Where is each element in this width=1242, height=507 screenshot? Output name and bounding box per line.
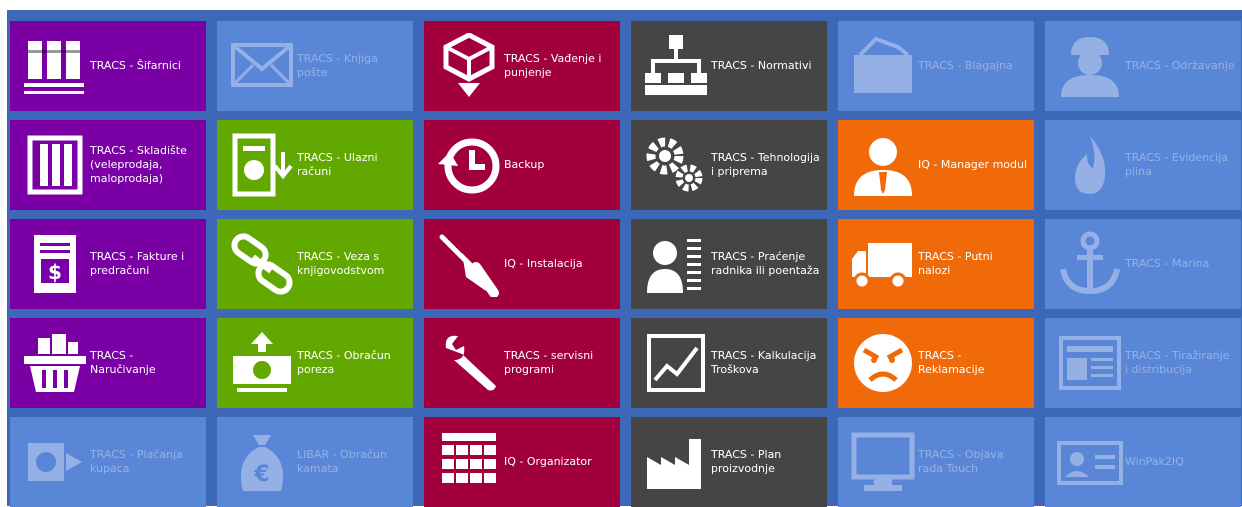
tile-label: TRACS - Šifarnici [90,59,181,72]
tile-iq-instalacija[interactable]: IQ - Instalacija [424,219,620,309]
tile-label: TRACS - Knjiga pošte [297,52,378,79]
gas-flame-icon [1057,132,1123,198]
tile-label: TRACS - Veza s knjigovodstvom [297,250,385,277]
calendar-grid-icon [436,429,502,495]
tile-tracs-reklamacije[interactable]: TRACS - Reklamacije [838,318,1034,408]
svg-text:$: $ [48,260,62,284]
tile-tracs-marina: TRACS - Marina [1045,219,1241,309]
tile-label: TRACS - Marina [1125,257,1210,270]
tile-label: TRACS - Plan proizvodnje [711,448,782,475]
tile-tracs-veza-s-knjigovodstvom[interactable]: TRACS - Veza s knjigovodstvom [217,219,413,309]
module-launcher-grid: TRACS - Šifarnici TRACS - Skladište (vele… [7,10,1242,507]
screwdriver-icon [436,231,502,297]
history-icon [436,132,502,198]
gears-icon [643,132,709,198]
tile-tracs-putni-nalozi[interactable]: TRACS - Putni nalozi [838,219,1034,309]
tile-label: IQ - Manager modul [918,158,1028,171]
tile-tracs-narucivanje[interactable]: TRACS - Naručivanje [10,318,206,408]
tile-tracs-normativi[interactable]: TRACS - Normativi [631,21,827,111]
tile-tracs-knjiga-poste: TRACS - Knjiga pošte [217,21,413,111]
tile-label: TRACS - Održavanje [1125,59,1235,72]
tile-iq-manager-modul[interactable]: IQ - Manager modul [838,120,1034,210]
hierarchy-icon [643,33,709,99]
tile-tracs-objava-rada-touch: TRACS - Objava rada Touch [838,417,1034,507]
factory-icon [643,429,709,495]
tile-tracs-evidencija-plina: TRACS - Evidencija plina [1045,120,1241,210]
tile-label: TRACS - Vađenje i punjenje [504,52,602,79]
tile-libar-obracun-kamata: € LIBAR - Obračun kamata [217,417,413,507]
tile-tracs-pracenje-radnika-ili-poentaza[interactable]: TRACS - Praćenje radnika ili poentaža [631,219,827,309]
tile-tracs-fakture-i-predracuni[interactable]: $ TRACS - Fakture i predračuni [10,219,206,309]
tile-label: Backup [504,158,545,171]
books-icon [22,33,88,99]
invoice-icon: $ [22,231,88,297]
tile-label: TRACS - Plaćanja kupaca [90,448,183,475]
tile-tracs-ulazni-racuni[interactable]: TRACS - Ulazni računi [217,120,413,210]
envelope-icon [229,33,295,99]
chain-link-icon [229,231,295,297]
money-upload-icon [229,330,295,396]
tile-tracs-kalkulacija-troskova[interactable]: TRACS - Kalkulacija Troškova [631,318,827,408]
anchor-icon [1057,231,1123,297]
tile-tracs-sifarnici[interactable]: TRACS - Šifarnici [10,21,206,111]
line-chart-icon [643,330,709,396]
maintenance-worker-icon [1057,33,1123,99]
tile-tracs-odrzavanje: TRACS - Održavanje [1045,21,1241,111]
tile-label: TRACS - Reklamacije [918,349,985,376]
tile-iq-organizator[interactable]: IQ - Organizator [424,417,620,507]
tile-label: TRACS - Objava rada Touch [918,448,1004,475]
tile-label: TRACS - Tehnologija i priprema [711,151,820,178]
wrench-icon [436,330,502,396]
tile-tracs-tehnologija-i-priprema[interactable]: TRACS - Tehnologija i priprema [631,120,827,210]
tile-label: TRACS - Tiražiranje i distribucija [1125,349,1230,376]
euro-bag-icon: € [229,429,295,495]
svg-text:€: € [253,462,269,487]
tile-label: TRACS - Fakture i predračuni [90,250,185,277]
tile-backup[interactable]: Backup [424,120,620,210]
tile-tracs-plan-proizvodnje[interactable]: TRACS - Plan proizvodnje [631,417,827,507]
tile-tracs-vadenje-i-punjenje[interactable]: TRACS - Vađenje i punjenje [424,21,620,111]
tile-label: TRACS - servisni programi [504,349,594,376]
truck-icon [850,231,916,297]
tile-label: TRACS - Skladište (veleprodaja, maloprod… [90,144,187,185]
tile-label: TRACS - Naručivanje [90,349,156,376]
warehouse-crate-icon [22,132,88,198]
tile-tracs-obracun-poreza[interactable]: TRACS - Obračun poreza [217,318,413,408]
tile-label: TRACS - Obračun poreza [297,349,391,376]
worker-list-icon [643,231,709,297]
payment-icon [22,429,88,495]
touch-screen-icon [850,429,916,495]
tile-label: TRACS - Ulazni računi [297,151,378,178]
tile-label: TRACS - Evidencija plina [1125,151,1229,178]
tile-label: TRACS - Putni nalozi [918,250,993,277]
newspaper-icon [1057,330,1123,396]
tile-label: TRACS - Praćenje radnika ili poentaža [711,250,820,277]
tile-label: LIBAR - Obračun kamata [297,448,387,475]
tile-tracs-skladiste-veleprodaja-maloprodaja[interactable]: TRACS - Skladište (veleprodaja, maloprod… [10,120,206,210]
tile-label: IQ - Organizator [504,455,592,468]
tile-tracs-servisni-programi[interactable]: TRACS - servisni programi [424,318,620,408]
cash-register-icon [850,33,916,99]
tile-tracs-blagajna: TRACS - Blagajna [838,21,1034,111]
manager-icon [850,132,916,198]
box-down-icon [436,33,502,99]
tile-tracs-tiraziranje-i-distribucija: TRACS - Tiražiranje i distribucija [1045,318,1241,408]
incoming-invoice-icon [229,132,295,198]
tile-label: TRACS - Blagajna [918,59,1013,72]
tile-label: IQ - Instalacija [504,257,583,270]
tile-winpak2iq: WinPak2IQ [1045,417,1241,507]
id-card-icon [1057,429,1123,495]
tile-label: TRACS - Normativi [711,59,812,72]
tile-label: TRACS - Kalkulacija Troškova [711,349,817,376]
tile-label: WinPak2IQ [1125,455,1184,468]
angry-face-icon [850,330,916,396]
basket-icon [22,330,88,396]
tile-tracs-placanja-kupaca: TRACS - Plaćanja kupaca [10,417,206,507]
